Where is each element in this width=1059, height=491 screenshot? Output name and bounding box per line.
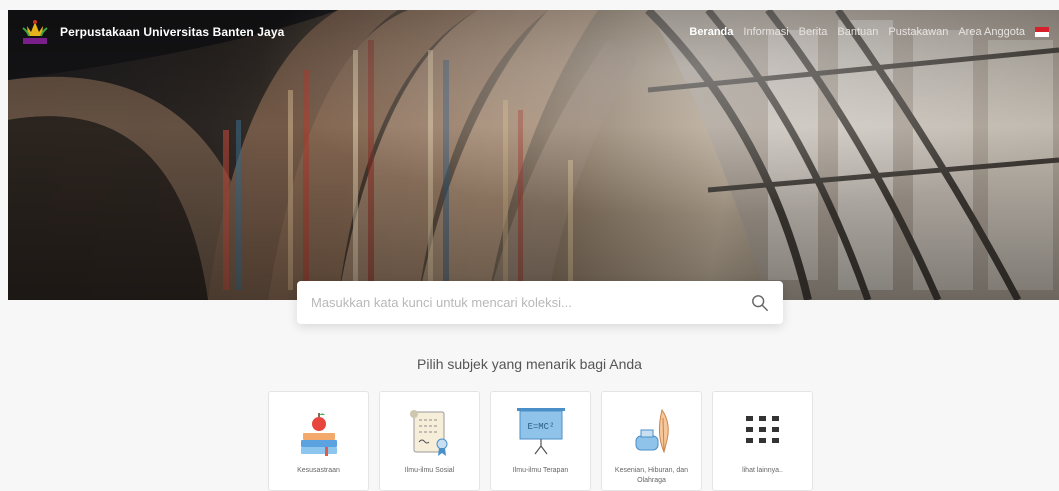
blackboard-formula-icon: E=MC²	[516, 408, 565, 455]
subject-card-ilmu-sosial[interactable]: Ilmu-ilmu Sosial	[379, 391, 480, 491]
subject-label: Ilmu-ilmu Terapan	[512, 467, 569, 474]
search-icon[interactable]	[751, 294, 769, 312]
university-logo[interactable]	[20, 18, 50, 46]
nav-area-anggota[interactable]: Area Anggota	[958, 26, 1025, 38]
main-menu: Beranda Informasi Berita Bantuan Pustaka…	[689, 10, 1049, 54]
nav-pustakawan[interactable]: Pustakawan	[888, 26, 948, 38]
subject-cards: Kesusastraan Ilmu-ilmu Sosial E=MC² Ilmu…	[268, 391, 813, 491]
top-navbar: Perpustakaan Universitas Banten Jaya Ber…	[8, 10, 1059, 54]
svg-text:E=MC²: E=MC²	[527, 422, 554, 432]
site-brand[interactable]: Perpustakaan Universitas Banten Jaya	[60, 25, 284, 39]
nav-informasi[interactable]: Informasi	[743, 26, 788, 38]
nav-beranda[interactable]: Beranda	[689, 26, 733, 38]
indonesia-flag-icon[interactable]	[1035, 27, 1049, 37]
search-bar	[297, 281, 783, 324]
grid-dots-icon	[745, 416, 779, 443]
subject-card-lihat-lainnya[interactable]: lihat lainnya..	[712, 391, 813, 491]
certificate-scroll-icon	[409, 410, 447, 456]
search-input[interactable]	[311, 295, 751, 310]
nav-berita[interactable]: Berita	[799, 26, 828, 38]
subjects-heading: Pilih subjek yang menarik bagi Anda	[417, 356, 642, 372]
subject-card-kesenian[interactable]: Kesenian, Hiburan, dan Olahraga	[601, 391, 702, 491]
books-apple-icon	[300, 413, 337, 456]
nav-bantuan[interactable]: Bantuan	[837, 26, 878, 38]
subject-card-ilmu-terapan[interactable]: E=MC² Ilmu-ilmu Terapan	[490, 391, 591, 491]
inkwell-feather-icon	[635, 408, 669, 454]
subject-label: Ilmu-ilmu Sosial	[404, 467, 455, 474]
subject-label: lihat lainnya..	[742, 467, 783, 474]
subject-label: Kesusastraan	[297, 467, 340, 474]
subject-card-kesusastraan[interactable]: Kesusastraan	[268, 391, 369, 491]
subject-label: Kesenian, Hiburan, dan Olahraga	[614, 467, 689, 484]
